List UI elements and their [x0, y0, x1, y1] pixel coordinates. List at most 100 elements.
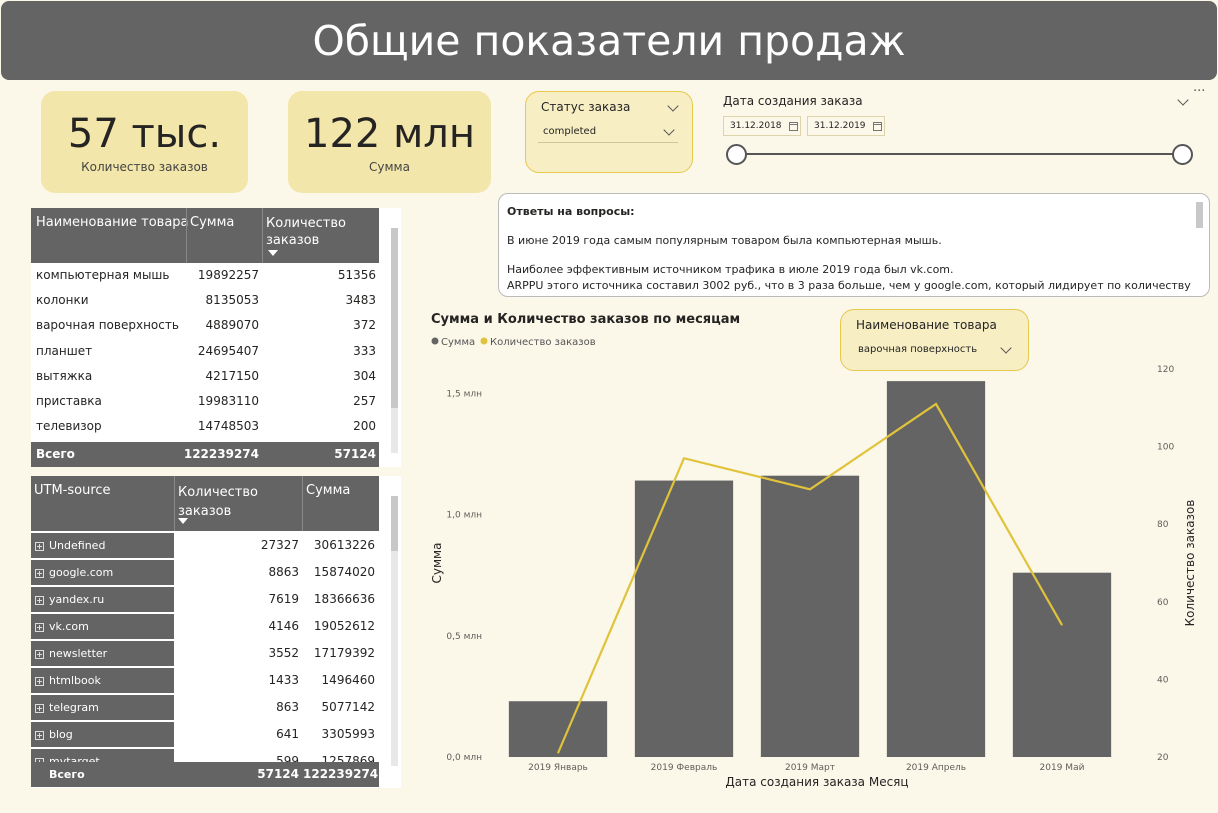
- utm-source-cell[interactable]: telegram: [31, 695, 174, 720]
- product-total-row: Всего 122239274 57124: [31, 442, 379, 467]
- product-sum-cell: 19983110: [197, 394, 259, 408]
- expand-icon[interactable]: [35, 730, 44, 740]
- product-orders-cell: 372: [353, 318, 376, 333]
- product-name-cell: варочная поверхность: [36, 318, 179, 333]
- line-point-orders: [809, 488, 811, 490]
- chevron-down-icon[interactable]: [667, 100, 679, 112]
- expand-icon[interactable]: [35, 703, 44, 713]
- column-header-sum[interactable]: Сумма: [306, 483, 350, 498]
- date-from-input[interactable]: 31.12.2018: [723, 116, 801, 136]
- table-row[interactable]: компьютерная мышь 19892257 51356: [31, 263, 379, 288]
- product-slicer[interactable]: Наименование товара варочная поверхность: [840, 309, 1029, 371]
- expand-icon[interactable]: [35, 541, 44, 551]
- status-dropdown[interactable]: completed: [538, 124, 678, 143]
- product-sum-cell: 8135053: [205, 293, 259, 308]
- scroll-thumb[interactable]: [391, 496, 398, 551]
- table-row[interactable]: приставка 19983110 257: [31, 389, 379, 414]
- bar-sum: [508, 701, 608, 757]
- sort-desc-icon[interactable]: [178, 518, 188, 524]
- table-row[interactable]: newsletter 3552 17179392: [31, 641, 379, 666]
- table-row[interactable]: планшет 24695407 333: [31, 339, 379, 364]
- utm-orders-cell: 4146: [268, 619, 299, 633]
- legend-marker-orders: [480, 337, 488, 345]
- product-dropdown-value: варочная поверхность: [858, 344, 978, 355]
- date-range-end-handle[interactable]: [1172, 144, 1193, 165]
- answers-heading: Ответы на вопросы:: [507, 205, 635, 218]
- column-header-orders[interactable]: Количество заказов: [178, 483, 278, 521]
- chevron-down-icon[interactable]: [1000, 342, 1012, 354]
- table-row[interactable]: google.com 8863 15874020: [31, 560, 379, 585]
- y-tick-label: 1,5 млн: [446, 389, 482, 399]
- sort-desc-icon[interactable]: [268, 250, 278, 256]
- product-sum-cell: 24695407: [197, 343, 259, 358]
- column-header-utm-source[interactable]: UTM-source: [34, 483, 111, 498]
- date-slicer-title: Дата создания заказа: [723, 94, 863, 108]
- utm-table-scrollbar[interactable]: [391, 496, 398, 766]
- table-row[interactable]: blog 641 3305993: [31, 722, 379, 747]
- product-table: Наименование товара Сумма Количество зак…: [31, 208, 401, 467]
- utm-source-cell[interactable]: newsletter: [31, 641, 174, 666]
- product-orders-cell: 333: [353, 343, 376, 358]
- calendar-icon[interactable]: [789, 122, 798, 131]
- table-row[interactable]: yandex.ru 7619 18366636: [31, 587, 379, 612]
- table-row[interactable]: htmlbook 1433 1496460: [31, 668, 379, 693]
- status-slicer-title: Статус заказа: [541, 100, 631, 114]
- combo-chart: Сумма и Количество заказов по месяцам Сум…: [430, 312, 1197, 789]
- product-orders-cell: 200: [353, 419, 376, 434]
- calendar-icon[interactable]: [873, 122, 882, 131]
- kpi-orders-value: 57 тыс.: [67, 111, 222, 157]
- utm-table-header: UTM-source Количество заказов Сумма: [31, 476, 379, 531]
- more-options-icon[interactable]: ···: [1193, 84, 1205, 99]
- utm-source-cell[interactable]: yandex.ru: [31, 587, 174, 612]
- y-axis-title: Сумма: [430, 543, 444, 584]
- utm-sum-cell: 18366636: [313, 592, 375, 606]
- date-range-start-handle[interactable]: [726, 144, 747, 165]
- product-name-cell: телевизор: [36, 419, 102, 434]
- expand-icon[interactable]: [35, 568, 44, 578]
- column-header-product[interactable]: Наименование товара: [36, 215, 189, 230]
- bar-sum: [886, 381, 986, 757]
- chevron-down-icon[interactable]: [1177, 94, 1189, 106]
- product-dropdown[interactable]: варочная поверхность: [853, 341, 1016, 359]
- page-title: Общие показатели продаж: [312, 16, 906, 65]
- answers-paragraph-3: ARPPU этого источника составил 3002 руб.…: [507, 279, 1191, 292]
- product-sum-cell: 19892257: [197, 268, 259, 282]
- line-point-orders: [557, 752, 559, 754]
- expand-icon[interactable]: [35, 676, 44, 686]
- utm-source-cell[interactable]: google.com: [31, 560, 174, 585]
- date-from-value: 31.12.2018: [730, 121, 782, 131]
- answers-paragraph-2: Наиболее эффективным источником трафика …: [507, 263, 954, 276]
- table-row[interactable]: vk.com 4146 19052612: [31, 614, 379, 639]
- utm-source-cell[interactable]: vk.com: [31, 614, 174, 639]
- status-slicer[interactable]: Статус заказа completed: [525, 91, 693, 173]
- product-orders-cell: 51356: [337, 268, 376, 282]
- product-name-cell: планшет: [36, 343, 93, 358]
- legend-label-sum: Сумма: [441, 337, 475, 348]
- y-tick-label: 0,0 млн: [446, 753, 482, 763]
- chevron-down-icon[interactable]: [663, 124, 675, 136]
- table-row[interactable]: Undefined 27327 30613226: [31, 533, 379, 558]
- table-row[interactable]: варочная поверхность 4889070 372: [31, 313, 379, 338]
- table-row[interactable]: telegram 863 5077142: [31, 695, 379, 720]
- date-slicer[interactable]: Дата создания заказа ··· 31.12.2018 31.1…: [723, 84, 1213, 172]
- y2-tick-label: 120: [1157, 365, 1174, 375]
- column-header-sum[interactable]: Сумма: [190, 215, 234, 230]
- product-table-scrollbar[interactable]: [391, 228, 398, 453]
- column-header-orders[interactable]: Количество заказов: [266, 215, 351, 249]
- table-row[interactable]: телевизор 14748503 200: [31, 414, 379, 439]
- utm-source-cell[interactable]: Undefined: [31, 533, 174, 558]
- expand-icon[interactable]: [35, 595, 44, 605]
- scroll-thumb[interactable]: [1196, 202, 1203, 228]
- utm-source-cell[interactable]: blog: [31, 722, 174, 747]
- bar-sum: [634, 480, 734, 757]
- table-row[interactable]: колонки 8135053 3483: [31, 288, 379, 313]
- expand-icon[interactable]: [35, 622, 44, 632]
- table-row[interactable]: вытяжка 4217150 304: [31, 364, 379, 389]
- utm-orders-cell: 1433: [268, 673, 299, 687]
- utm-source-cell[interactable]: htmlbook: [31, 668, 174, 693]
- scroll-thumb[interactable]: [391, 228, 398, 408]
- expand-icon[interactable]: [35, 649, 44, 659]
- legend-label-orders: Количество заказов: [490, 337, 596, 348]
- date-to-input[interactable]: 31.12.2019: [807, 116, 885, 136]
- product-orders-cell: 304: [353, 368, 376, 383]
